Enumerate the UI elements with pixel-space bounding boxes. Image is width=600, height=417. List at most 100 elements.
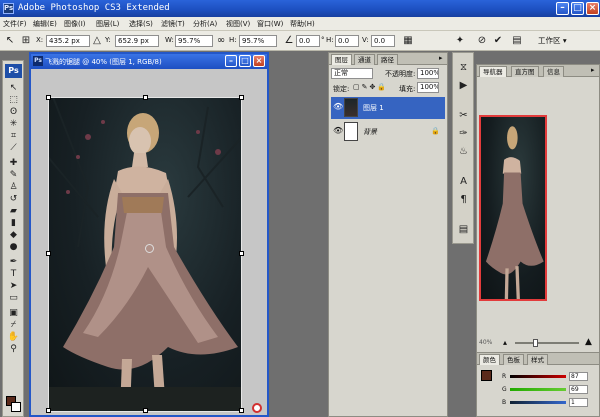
crop-tool-icon[interactable]: ⌗ [5, 131, 22, 142]
b-value-field[interactable]: 1 [569, 398, 588, 407]
r-slider[interactable] [510, 375, 566, 378]
zoom-out-icon[interactable]: ▴ [503, 338, 507, 347]
close-button[interactable]: × [586, 2, 599, 15]
menu-select[interactable]: 选择(S) [129, 19, 153, 29]
document-minimize-button[interactable]: – [225, 55, 237, 67]
move-tool-icon[interactable]: ↖ [5, 83, 22, 94]
document-maximize-button[interactable]: □ [239, 55, 251, 67]
background-color-swatch[interactable] [11, 402, 21, 412]
document-close-button[interactable]: × [253, 55, 265, 67]
paragraph-panel-icon[interactable]: ¶ [457, 193, 470, 206]
transform-handle-bl[interactable] [46, 408, 51, 413]
menu-analysis[interactable]: 分析(A) [193, 19, 217, 29]
g-slider[interactable] [510, 388, 566, 391]
zoom-slider[interactable] [515, 342, 579, 344]
layer-row-background[interactable]: 👁 背景 🔒 [331, 121, 445, 143]
reference-point-icon[interactable]: ⊞ [20, 35, 32, 47]
transform-handle-bc[interactable] [143, 408, 148, 413]
bridge-icon[interactable]: ▤ [511, 35, 523, 47]
lasso-tool-icon[interactable]: ʘ [5, 107, 22, 118]
h-skew-field[interactable]: 0.0 [335, 35, 359, 47]
menu-image[interactable]: 图像(I) [64, 19, 86, 29]
clone-stamp-tool-icon[interactable]: ♙ [5, 182, 22, 193]
tool-presets-icon[interactable]: ✂ [457, 109, 470, 122]
r-value-field[interactable]: 87 [569, 372, 588, 381]
visibility-eye-icon[interactable]: 👁 [333, 102, 343, 111]
navigator-preview[interactable] [479, 115, 547, 301]
canvas-photo[interactable] [48, 97, 242, 412]
actions-panel-icon[interactable]: ▶ [457, 79, 470, 92]
slice-tool-icon[interactable]: ⟋ [5, 143, 22, 154]
menu-window[interactable]: 窗口(W) [257, 19, 283, 29]
panel-menu-icon[interactable]: ▸ [591, 66, 595, 74]
notes-tool-icon[interactable]: ▣ [5, 308, 22, 319]
transform-handle-tr[interactable] [239, 95, 244, 100]
clone-source-icon[interactable]: ♨ [457, 145, 470, 158]
brush-tool-icon[interactable]: ✎ [5, 170, 22, 181]
character-panel-icon[interactable]: A [457, 175, 470, 188]
relative-position-icon[interactable]: △ [91, 35, 103, 47]
b-slider[interactable] [510, 401, 566, 404]
tab-navigator[interactable]: 导航器 [479, 66, 507, 77]
magic-wand-tool-icon[interactable]: ✳ [5, 119, 22, 130]
pen-tool-icon[interactable]: ✒ [5, 257, 22, 268]
x-position-field[interactable]: 435.2 px [46, 35, 90, 47]
commit-transform-icon[interactable]: ✔ [492, 35, 504, 47]
type-tool-icon[interactable]: T [5, 269, 22, 280]
opacity-field[interactable]: 100% [417, 68, 439, 79]
tab-histogram[interactable]: 直方图 [511, 66, 539, 77]
zoom-in-icon[interactable]: ▲ [585, 337, 592, 347]
tab-paths[interactable]: 路径 [377, 54, 398, 65]
color-foreground-swatch[interactable] [481, 370, 492, 381]
layer-row-1[interactable]: 👁 图层 1 [331, 97, 445, 119]
lock-options-icons[interactable]: ▢✎✥🔒 [353, 83, 388, 91]
visibility-eye-icon[interactable]: 👁 [333, 126, 343, 135]
minimize-button[interactable]: – [556, 2, 569, 15]
shape-tool-icon[interactable]: ▭ [5, 293, 22, 304]
hand-tool-icon[interactable]: ✋ [5, 332, 22, 343]
move-tool-preset-icon[interactable]: ↖ [4, 35, 16, 47]
zoom-tool-icon[interactable]: ⚲ [5, 344, 22, 355]
tab-color[interactable]: 颜色 [479, 354, 500, 365]
transform-handle-tc[interactable] [143, 95, 148, 100]
menu-filter[interactable]: 滤镜(T) [161, 19, 185, 29]
transform-center-point[interactable] [145, 244, 154, 253]
cancel-transform-icon[interactable]: ⊘ [476, 35, 488, 47]
workspace-button[interactable]: 工作区 ▾ [538, 35, 567, 46]
gradient-tool-icon[interactable]: ▮ [5, 218, 22, 229]
g-value-field[interactable]: 69 [569, 385, 588, 394]
tab-info[interactable]: 信息 [543, 66, 564, 77]
rotation-field[interactable]: 0.0 [296, 35, 320, 47]
tab-swatches[interactable]: 色板 [503, 354, 524, 365]
height-scale-field[interactable]: 95.7% [239, 35, 277, 47]
menu-view[interactable]: 视图(V) [226, 19, 250, 29]
history-brush-tool-icon[interactable]: ↺ [5, 194, 22, 205]
link-icon[interactable]: ∞ [215, 35, 227, 47]
history-panel-icon[interactable]: ⧖ [457, 61, 470, 74]
tab-channels[interactable]: 通道 [354, 54, 375, 65]
zoom-slider-thumb[interactable] [533, 339, 538, 347]
eyedropper-tool-icon[interactable]: ⌿ [5, 320, 22, 331]
brushes-panel-icon[interactable]: ✑ [457, 127, 470, 140]
y-position-field[interactable]: 652.9 px [115, 35, 159, 47]
panel-menu-icon[interactable]: ▸ [439, 54, 443, 62]
eraser-tool-icon[interactable]: ▰ [5, 206, 22, 217]
transform-handle-tl[interactable] [46, 95, 51, 100]
menu-layer[interactable]: 图层(L) [96, 19, 119, 29]
transform-handle-br[interactable] [239, 408, 244, 413]
layer-comps-icon[interactable]: ▤ [457, 223, 470, 236]
fill-field[interactable]: 100% [417, 82, 439, 93]
tab-styles[interactable]: 样式 [527, 354, 548, 365]
width-scale-field[interactable]: 95.7% [175, 35, 213, 47]
blur-tool-icon[interactable]: ◆ [5, 230, 22, 241]
transform-handle-mr[interactable] [239, 251, 244, 256]
v-skew-field[interactable]: 0.0 [371, 35, 395, 47]
menu-help[interactable]: 帮助(H) [290, 19, 315, 29]
dodge-tool-icon[interactable]: ● [5, 242, 22, 253]
marquee-tool-icon[interactable]: ⬚ [5, 95, 22, 106]
blend-mode-select[interactable]: 正常 [331, 68, 373, 79]
tab-layers[interactable]: 图层 [331, 54, 352, 65]
menu-file[interactable]: 文件(F) [3, 19, 27, 29]
warp-mode-icon[interactable]: ▦ [402, 35, 414, 47]
menu-edit[interactable]: 编辑(E) [33, 19, 57, 29]
